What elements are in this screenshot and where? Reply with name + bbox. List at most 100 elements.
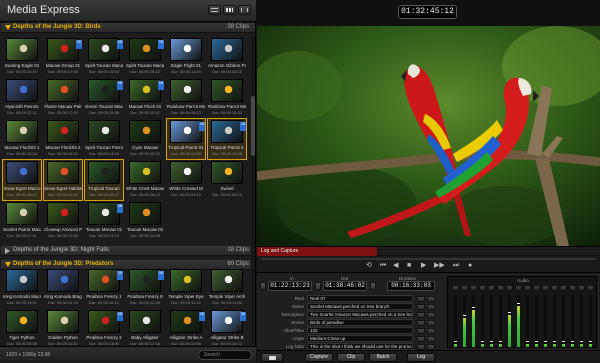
audio-channel-button[interactable] xyxy=(470,285,477,291)
camera-button[interactable] xyxy=(261,353,283,362)
clip-tile[interactable]: Piraibna Frenzy 1 Dur: 00:00:16:13 3D xyxy=(85,268,123,308)
clip-tile[interactable]: Cyan Macaw Dur: 00:00:15:02 xyxy=(126,119,164,159)
clip-tile[interactable]: Tiger Python Dur: 00:00:15:08 xyxy=(3,309,41,346)
metadata-value-field[interactable]: Birds of paradise xyxy=(307,319,413,326)
clip-tile[interactable]: Macaw Flock03 1 Dur: 00:00:13:15 xyxy=(3,119,41,159)
clip-tile[interactable]: Amazon Gibbon Pa Dur: 00:00:14:15 xyxy=(208,37,246,77)
clip-button[interactable]: Clip xyxy=(337,353,365,362)
grid-view-icon[interactable] xyxy=(223,5,236,15)
clip-tile[interactable]: Alligator Strike B Dur: 00:00:15:12 3D xyxy=(208,309,246,346)
audio-channel-button[interactable] xyxy=(479,285,486,291)
metadata-toggle-button[interactable] xyxy=(427,304,435,310)
clip-tile[interactable]: Macaw Flock03 2 Dur: 00:00:14:02 xyxy=(44,119,82,159)
audio-channel-button[interactable] xyxy=(551,285,558,291)
jump-to-start-icon[interactable]: ⏮ xyxy=(380,262,386,270)
clip-tile[interactable]: King Komodo Macro Dur: 00:00:13:11 xyxy=(3,268,41,308)
set-out-button[interactable] xyxy=(315,282,321,290)
clip-tile[interactable]: Golden Python Dur: 00:00:11:24 xyxy=(44,309,82,346)
metadata-toggle-button[interactable] xyxy=(417,312,425,318)
clip-tile[interactable]: Temple Viper Arch Dur: 00:00:11:06 xyxy=(208,268,246,308)
clip-tile[interactable]: Swivel Dur: 00:00:09:14 xyxy=(208,160,246,200)
go-to-in-button[interactable] xyxy=(260,282,266,290)
scrollbar-thumb[interactable] xyxy=(251,96,255,156)
metadata-toggle-button[interactable] xyxy=(417,320,425,326)
tab-log-and-capture[interactable]: Log and Capture xyxy=(257,247,377,256)
audio-channel-button[interactable] xyxy=(488,285,495,291)
audio-channel-button[interactable] xyxy=(515,285,522,291)
clip-tile[interactable]: Rainbow Parrot Mac Dur: 00:00:19:13 xyxy=(167,78,205,118)
clip-tile[interactable]: Scarlet Parrot MacawDur: 00:00:17:11 xyxy=(3,201,41,241)
clip-tile[interactable]: Tropical Toucan Dur: 00:00:15:12 xyxy=(84,159,124,201)
metadata-toggle-button[interactable] xyxy=(427,328,435,334)
audio-channel-button[interactable] xyxy=(461,285,468,291)
metadata-value-field[interactable]: Scarlet Macaws perched on tree branch xyxy=(307,303,413,310)
rewind-icon[interactable]: ◀ xyxy=(393,262,398,270)
clip-tile[interactable]: Alligator Strike A Dur: 00:00:14:05 3D xyxy=(167,309,205,346)
metadata-value-field[interactable]: 132 xyxy=(307,327,413,334)
scrub-bar[interactable] xyxy=(261,258,596,260)
disclosure-triangle-icon[interactable] xyxy=(5,262,11,267)
audio-channel-button[interactable] xyxy=(587,285,594,291)
loop-icon[interactable]: ⟲ xyxy=(366,262,372,270)
clip-tile[interactable]: Piraibna Frenzy 8 Dur: 00:00:12:08 3D xyxy=(126,268,164,308)
bin-header-birds[interactable]: Depths of the Jungle 3D: Birds 38 Clips xyxy=(1,23,255,33)
bin-header-night-falls[interactable]: Depths of the Jungle 3D: Night Falls 18 … xyxy=(1,246,255,256)
clip-tile[interactable]: Rainbow Parrot Mac Dur: 00:00:15:20 xyxy=(208,78,246,118)
clip-tile[interactable]: Eagle Flight 01 Dur: 00:00:11:03 xyxy=(167,37,205,77)
clip-tile[interactable]: King Komodo Brag Dur: 00:00:14:19 xyxy=(44,268,82,308)
dual-view-icon[interactable] xyxy=(238,5,251,15)
clip-tile[interactable]: Soaring Eagle 01 Dur: 00:00:11:19 xyxy=(3,37,41,77)
metadata-value-field[interactable]: Reel 07 xyxy=(307,295,413,302)
clip-tile[interactable]: Spirit Toucan Macaw Dur: 00:00:15:10 3D xyxy=(85,37,123,77)
clip-tile[interactable]: Toucan Macaw 02 Dur: 00:00:14:09 xyxy=(126,201,164,241)
metadata-toggle-button[interactable] xyxy=(417,296,425,302)
media-scrollbar[interactable] xyxy=(251,36,255,344)
stop-icon[interactable]: ■ xyxy=(407,262,411,270)
clip-tile[interactable]: Flame Macaw Pair Dur: 00:00:17:00 xyxy=(44,78,82,118)
metadata-toggle-button[interactable] xyxy=(427,336,435,342)
clip-tile[interactable]: Baby Alligator Dur: 00:00:12:16 xyxy=(126,309,164,346)
disclosure-triangle-icon[interactable] xyxy=(5,248,10,254)
clip-tile[interactable]: Toucan Macaw 01 Dur: 00:00:13:12 3D xyxy=(85,201,123,241)
audio-channel-button[interactable] xyxy=(542,285,549,291)
clip-tile[interactable]: White Crest Macaw Dur: 00:00:18:13 xyxy=(126,160,164,200)
disclosure-triangle-icon[interactable] xyxy=(5,25,11,30)
fast-forward-icon[interactable]: ▶▶ xyxy=(434,262,445,270)
audio-channel-button[interactable] xyxy=(578,285,585,291)
audio-channel-button[interactable] xyxy=(452,285,459,291)
clip-tile[interactable]: Tropical Parrot 01 Dur: 00:00:13:09 3D xyxy=(166,118,206,160)
clip-tile[interactable]: Closeup Amazon P Dur: 00:00:12:08 xyxy=(44,201,82,241)
clip-tile[interactable]: Temple Viper Eye Dur: 00:00:11:14 xyxy=(167,268,205,308)
in-timecode-field[interactable]: 01:22:13:23 xyxy=(268,281,312,291)
clip-tile[interactable]: Snow Egret Habitat Dur: 00:00:11:15 xyxy=(43,159,83,201)
clip-tile[interactable]: Macaw Flock 01 Dur: 00:00:15:21 3D xyxy=(126,78,164,118)
record-icon[interactable]: ● xyxy=(468,262,472,270)
clip-tile[interactable]: White Crested M Dur: 00:00:14:10 xyxy=(167,160,205,200)
clip-tile[interactable]: Spirit Toucan Parrot Dur: 00:00:14:16 xyxy=(85,119,123,159)
list-view-icon[interactable] xyxy=(208,5,221,15)
metadata-value-field[interactable]: This is the shot I think we should use f… xyxy=(307,343,413,350)
audio-channel-button[interactable] xyxy=(533,285,540,291)
metadata-toggle-button[interactable] xyxy=(417,336,425,342)
play-icon[interactable]: ▶ xyxy=(421,262,426,270)
go-to-out-button[interactable] xyxy=(370,282,376,290)
search-input[interactable] xyxy=(198,350,252,360)
audio-channel-button[interactable] xyxy=(524,285,531,291)
out-timecode-field[interactable]: 01:38:46:02 xyxy=(323,281,367,291)
audio-channel-button[interactable] xyxy=(560,285,567,291)
audio-channel-button[interactable] xyxy=(506,285,513,291)
log-button[interactable]: Log xyxy=(407,353,435,362)
clip-tile[interactable]: Piraibna Frenzy 2 Dur: 00:00:13:06 3D xyxy=(85,309,123,346)
metadata-value-field[interactable]: Two Scarlet Amazon Macaws perched on a t… xyxy=(307,311,413,318)
clip-tile[interactable]: Macaw Group 01 Dur: 00:00:17:05 3D xyxy=(44,37,82,77)
metadata-toggle-button[interactable] xyxy=(427,320,435,326)
clip-tile[interactable]: Spirit Toucan Macaw Dur: 00:00:15:22 3D xyxy=(126,37,164,77)
metadata-toggle-button[interactable] xyxy=(417,328,425,334)
metadata-toggle-button[interactable] xyxy=(427,296,435,302)
clip-tile[interactable]: Hyacinth Parrots Dur: 00:00:12:11 xyxy=(3,78,41,118)
metadata-toggle-button[interactable] xyxy=(427,312,435,318)
capture-button[interactable]: Capture xyxy=(305,353,333,362)
clip-tile[interactable]: Snow Egret Macro Dur: 00:00:10:10 xyxy=(2,159,42,201)
metadata-value-field[interactable]: Medium-Close up xyxy=(307,335,413,342)
audio-channel-button[interactable] xyxy=(497,285,504,291)
